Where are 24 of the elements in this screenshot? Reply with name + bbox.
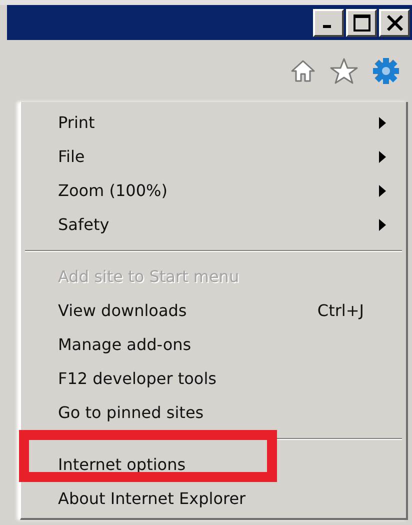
maximize-icon — [352, 14, 370, 32]
minimize-button[interactable] — [313, 8, 344, 36]
shortcut-text: Ctrl+J — [317, 300, 364, 322]
menu-item[interactable]: Manage add-ons — [21, 328, 406, 362]
star-icon[interactable] — [330, 58, 358, 84]
menu-item[interactable]: File — [21, 140, 406, 174]
submenu-arrow-icon — [379, 185, 386, 197]
menu-item[interactable]: Zoom (100%) — [21, 174, 406, 208]
menu-item[interactable]: About Internet Explorer — [21, 482, 406, 516]
close-button[interactable] — [379, 8, 410, 36]
minimize-icon — [322, 25, 330, 28]
maximize-button[interactable] — [346, 8, 377, 36]
home-icon[interactable] — [290, 59, 316, 83]
menu-item[interactable]: View downloads Ctrl+J — [21, 294, 406, 328]
submenu-arrow-icon — [379, 117, 386, 129]
close-icon — [386, 14, 404, 32]
menu-item[interactable]: Safety — [21, 208, 406, 242]
menu-item[interactable]: Go to pinned sites — [21, 396, 406, 430]
submenu-arrow-icon — [379, 151, 386, 163]
menu-item[interactable]: F12 developer tools — [21, 362, 406, 396]
menu-item[interactable]: Internet options — [21, 448, 406, 482]
menu-item[interactable]: Print — [21, 106, 406, 140]
submenu-arrow-icon — [379, 219, 386, 231]
settings-icon[interactable] — [372, 57, 400, 85]
